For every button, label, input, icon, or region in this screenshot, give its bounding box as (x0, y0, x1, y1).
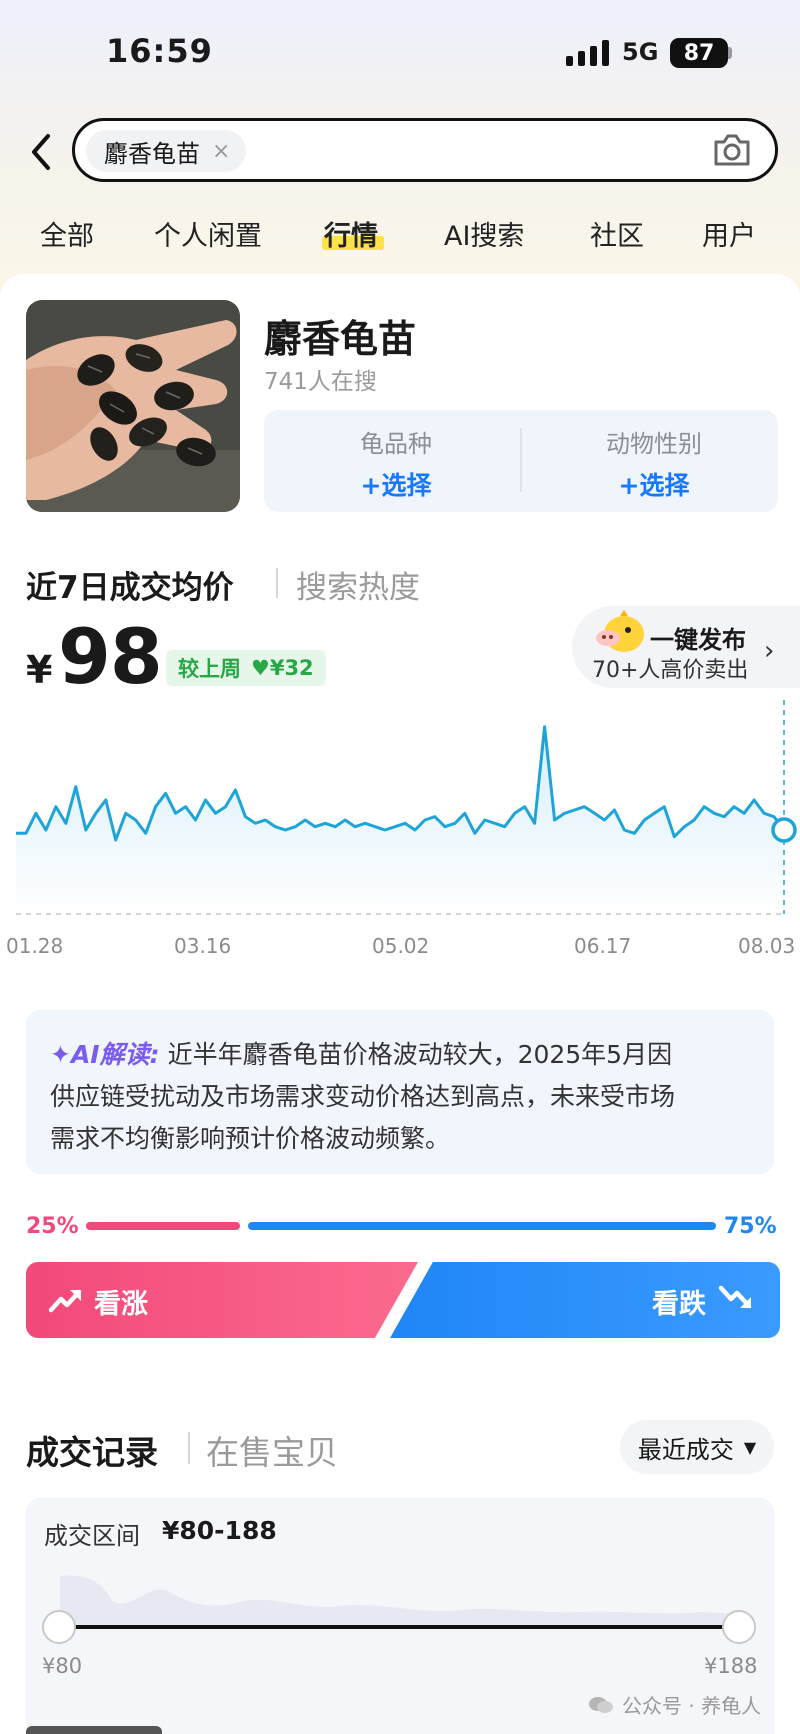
search-query-text: 麝香龟苗 (104, 139, 200, 168)
sort-dropdown[interactable]: 最近成交 ▼ (620, 1420, 774, 1474)
tab-avg-price[interactable]: 近7日成交均价 (26, 562, 234, 607)
x-tick-label: 05.02 (372, 934, 430, 958)
filter-sex-select[interactable]: +选择 (554, 466, 754, 502)
range-max-label: ¥188 (704, 1654, 758, 1678)
tab-community[interactable]: 社区 (590, 214, 644, 253)
caret-down-icon: ▼ (743, 1437, 757, 1457)
section-divider (276, 568, 278, 598)
filter-species-label: 龟品种 (360, 430, 432, 458)
compare-label: 较上周 (178, 657, 241, 681)
average-price: 98 (58, 612, 163, 701)
chevron-right-icon: › (764, 636, 775, 666)
x-tick-label: 03.16 (174, 934, 232, 958)
product-thumbnail[interactable] (26, 300, 240, 512)
filter-species-select[interactable]: +选择 (296, 466, 496, 502)
x-tick-label: 08.03 (738, 934, 796, 958)
currency-symbol: ¥ (26, 648, 53, 692)
range-min-handle[interactable] (42, 1610, 76, 1644)
vote-up-label: 看涨 (94, 1289, 148, 1320)
search-count: 741人在搜 (264, 369, 377, 395)
bearish-bar (248, 1222, 716, 1230)
price-distribution-shape (60, 1575, 740, 1628)
section-divider (188, 1432, 190, 1464)
search-query-chip[interactable]: 麝香龟苗 × (86, 130, 247, 172)
ai-analysis-line-1: ✦AI解读: 近半年麝香龟苗价格波动较大，2025年5月因 (50, 1034, 672, 1076)
x-tick-label: 01.28 (6, 934, 64, 958)
sort-label: 最近成交 (637, 1435, 734, 1464)
x-tick-label: 06.17 (574, 934, 632, 958)
tab-transaction-records[interactable]: 成交记录 (26, 1426, 158, 1474)
ai-analysis-tag: ✦AI解读: (50, 1040, 160, 1069)
tab-items-on-sale[interactable]: 在售宝贝 (206, 1426, 338, 1474)
price-trend-chart (16, 700, 797, 915)
range-value: ¥80-188 (162, 1516, 277, 1545)
range-slider-track[interactable] (60, 1625, 740, 1629)
status-time: 16:59 (106, 32, 213, 70)
trend-up-icon (48, 1289, 82, 1313)
next-item-thumbnail[interactable] (26, 1726, 162, 1734)
bearish-percent: 75% (724, 1214, 777, 1239)
publish-subtitle: 70+人高价卖出 (592, 658, 749, 683)
clear-query-icon[interactable]: × (212, 139, 230, 164)
network-label: 5G (622, 38, 659, 66)
chick-mascot-icon (596, 610, 644, 652)
ai-analysis-line-3: 需求不均衡影响预计价格波动频繁。 (50, 1124, 451, 1153)
tab-market[interactable]: 行情 (324, 214, 378, 253)
filter-divider (520, 428, 522, 492)
bullish-bar (86, 1222, 240, 1230)
bullish-percent: 25% (26, 1214, 79, 1239)
publish-title: 一键发布 (650, 626, 746, 654)
vote-up-button[interactable] (26, 1262, 418, 1338)
camera-icon[interactable] (712, 132, 752, 168)
week-compare-badge: 较上周 ♥¥32 (166, 650, 326, 686)
range-label: 成交区间 (44, 1522, 140, 1550)
trend-down-icon (718, 1285, 752, 1309)
ai-analysis-text-1: 近半年麝香龟苗价格波动较大，2025年5月因 (167, 1040, 673, 1069)
ai-analysis-line-2: 供应链受扰动及市场需求变动价格达到高点，未来受市场 (50, 1082, 676, 1111)
watermark-text: 公众号 · 养龟人 (622, 1694, 762, 1718)
back-arrow-icon[interactable] (26, 132, 56, 172)
tab-personal-idle[interactable]: 个人闲置 (154, 214, 262, 253)
wechat-icon (589, 1696, 613, 1713)
battery-icon: 87 (670, 38, 728, 68)
filter-sex-label: 动物性别 (606, 430, 702, 458)
chart-current-point[interactable] (771, 817, 797, 843)
vote-down-label: 看跌 (652, 1289, 706, 1320)
battery-tip (728, 47, 732, 59)
compare-value: ♥¥32 (251, 656, 314, 680)
range-max-handle[interactable] (722, 1610, 756, 1644)
tab-ai-search[interactable]: AI搜索 (444, 214, 524, 253)
tab-users[interactable]: 用户 (702, 214, 756, 253)
tab-all[interactable]: 全部 (40, 214, 94, 253)
range-min-label: ¥80 (42, 1654, 83, 1678)
tab-search-heat[interactable]: 搜索热度 (296, 562, 420, 607)
signal-icon (566, 40, 609, 66)
watermark: 公众号 · 养龟人 (588, 1690, 761, 1719)
product-title: 麝香龟苗 (264, 317, 417, 361)
